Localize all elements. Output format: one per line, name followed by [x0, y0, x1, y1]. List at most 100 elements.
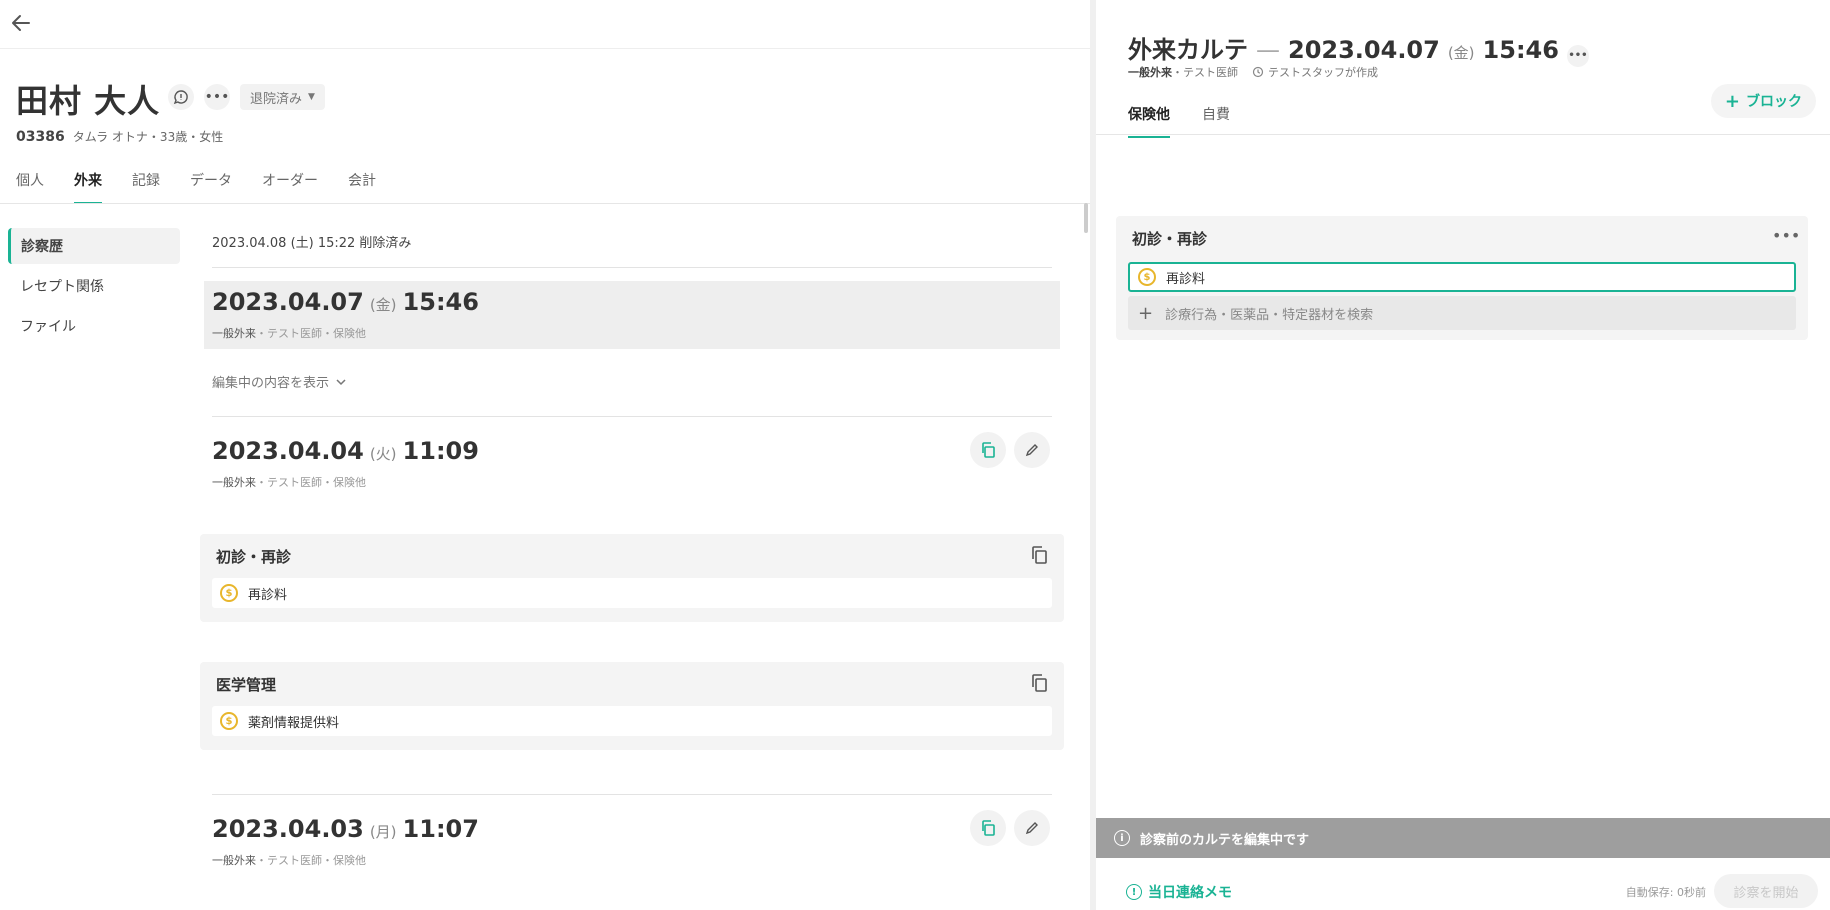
tab-billing[interactable]: 会計 — [348, 170, 376, 204]
order-item-label: 再診料 — [1166, 271, 1206, 287]
order-item-label: 再診料 — [248, 587, 288, 603]
karte-order-block: 初診・再診 ••• $ 再診料 + 診療行為・医薬品・特定器材を検索 — [1116, 216, 1808, 340]
tab-outpatient[interactable]: 外来 — [74, 170, 102, 204]
start-exam-button[interactable]: 診察を開始 — [1714, 874, 1818, 908]
copy-visit-button[interactable] — [970, 432, 1006, 468]
pencil-icon — [1025, 444, 1038, 457]
autosave-status: 自動保存: 0秒前 — [1625, 886, 1706, 899]
patient-id: 03386 — [16, 129, 65, 145]
visit-type: 一般外来 — [212, 854, 256, 867]
fee-coin-icon: $ — [1138, 268, 1156, 286]
tabs-divider — [0, 203, 1090, 204]
add-block-button[interactable]: + ブロック — [1710, 84, 1816, 118]
back-arrow-icon[interactable] — [8, 10, 34, 36]
visit-meta: 一般外来・テスト医師・保険他 — [212, 325, 366, 341]
deleted-visit-row[interactable]: 2023.04.08 (土) 15:22 削除済み — [212, 232, 411, 251]
block-title: 初診・再診 — [216, 548, 292, 566]
block-title: 医学管理 — [216, 676, 277, 694]
subnav-item-history[interactable]: 診察歴 — [8, 228, 180, 264]
subnav-item-receipt[interactable]: レセプト関係 — [8, 268, 180, 304]
tab-data[interactable]: データ — [190, 170, 232, 204]
copy-icon — [982, 442, 995, 458]
banner-text: 診察前のカルテを編集中です — [1140, 832, 1310, 848]
edit-visit-button[interactable] — [1014, 432, 1050, 468]
patient-info: タムラ オトナ・33歳・女性 — [72, 130, 224, 144]
tab-records[interactable]: 記録 — [132, 170, 160, 204]
order-block: 医学管理 $ 薬剤情報提供料 — [200, 662, 1064, 750]
tab-self-pay[interactable]: 自費 — [1202, 104, 1230, 138]
ellipsis-icon: ••• — [204, 89, 230, 105]
visit-dow: (金) — [369, 296, 397, 314]
karte-dow: (金) — [1447, 44, 1475, 62]
visit-time: 11:07 — [402, 815, 479, 843]
karte-title-label: 外来カルテ — [1128, 36, 1248, 64]
add-block-label: ブロック — [1746, 94, 1802, 110]
order-block: 初診・再診 $ 再診料 — [200, 534, 1064, 622]
show-editing-toggle[interactable]: 編集中の内容を表示 — [212, 372, 347, 391]
plus-icon: + — [1138, 302, 1154, 324]
insurance-tabs: 保険他 自費 — [1128, 104, 1230, 138]
patient-name: 田村 大人 — [16, 82, 161, 120]
visit-type: 一般外来 — [212, 476, 256, 489]
alert-circle-icon: ! — [1126, 884, 1142, 900]
karte-creator: テストスタッフが作成 — [1268, 66, 1378, 79]
visit-type: 一般外来 — [212, 327, 256, 340]
copy-icon — [1032, 546, 1047, 564]
fee-coin-icon: $ — [220, 712, 238, 730]
scrollbar-thumb[interactable] — [1084, 203, 1088, 233]
patient-panel: 田村 大人 ••• 退院済み ▼ 03386 タムラ オトナ・33歳・女性 個人… — [0, 0, 1090, 910]
visit-meta-rest: ・テスト医師・保険他 — [256, 476, 366, 489]
visit-datetime[interactable]: 2023.04.03 (月) 11:07 — [212, 815, 479, 843]
tab-personal[interactable]: 個人 — [16, 170, 44, 204]
karte-title: 外来カルテ — 2023.04.07 (金) 15:46 ••• — [1128, 30, 1589, 67]
copy-block-button[interactable] — [1028, 544, 1050, 566]
karte-editor: 外来カルテ — 2023.04.07 (金) 15:46 ••• 一般外来・テス… — [1096, 0, 1830, 910]
fee-coin-icon: $ — [220, 584, 238, 602]
order-item-selected[interactable]: $ 再診料 — [1128, 262, 1796, 292]
karte-title-dash: — — [1256, 36, 1280, 64]
admission-status-label: 退院済み — [250, 91, 303, 107]
visit-date: 2023.04.04 — [212, 437, 364, 465]
order-item[interactable]: $ 再診料 — [212, 578, 1052, 608]
karte-more-button[interactable]: ••• — [1566, 44, 1589, 67]
order-search-input[interactable]: + 診療行為・医薬品・特定器材を検索 — [1128, 296, 1796, 330]
daily-memo-button[interactable]: ! 当日連絡メモ — [1126, 882, 1232, 902]
visit-meta-rest: ・テスト医師・保険他 — [256, 854, 366, 867]
visit-time: 15:46 — [402, 288, 479, 316]
admission-status-dropdown[interactable]: 退院済み ▼ — [240, 84, 325, 110]
memo-bubble-button[interactable] — [168, 84, 194, 110]
chevron-down-icon — [336, 378, 346, 385]
speech-bubble-icon — [173, 90, 188, 105]
history-clock-icon — [1252, 66, 1264, 78]
visit-meta-rest: ・テスト医師・保険他 — [256, 327, 366, 340]
visit-time: 11:09 — [402, 437, 479, 465]
karte-time: 15:46 — [1482, 36, 1559, 64]
order-item[interactable]: $ 薬剤情報提供料 — [212, 706, 1052, 736]
visit-meta: 一般外来・テスト医師・保険他 — [212, 852, 366, 868]
block-menu-button[interactable]: ••• — [1772, 226, 1800, 246]
visit-datetime: 2023.04.07 (金) 15:46 — [212, 288, 479, 316]
pencil-icon — [1025, 822, 1038, 835]
karte-date: 2023.04.07 — [1288, 36, 1440, 64]
copy-visit-button[interactable] — [970, 810, 1006, 846]
subnav-item-files[interactable]: ファイル — [8, 308, 180, 344]
edit-visit-button[interactable] — [1014, 810, 1050, 846]
karte-visit-type: 一般外来 — [1128, 66, 1172, 79]
visit-date: 2023.04.03 — [212, 815, 364, 843]
patient-summary: 03386 タムラ オトナ・33歳・女性 — [16, 128, 223, 145]
block-title: 初診・再診 — [1132, 230, 1208, 248]
tab-orders[interactable]: オーダー — [262, 170, 318, 204]
caret-down-icon: ▼ — [308, 92, 315, 102]
row-divider — [212, 416, 1052, 417]
info-icon: i — [1114, 830, 1130, 846]
show-editing-label: 編集中の内容を表示 — [212, 376, 330, 391]
visit-datetime[interactable]: 2023.04.04 (火) 11:09 — [212, 437, 479, 465]
copy-block-button[interactable] — [1028, 672, 1050, 694]
editing-status-banner: i 診察前のカルテを編集中です — [1096, 818, 1830, 858]
more-menu-button[interactable]: ••• — [204, 84, 230, 110]
daily-memo-label: 当日連絡メモ — [1148, 885, 1232, 901]
tab-insurance[interactable]: 保険他 — [1128, 104, 1170, 138]
karte-meta: 一般外来・テスト医師 テストスタッフが作成 — [1128, 64, 1378, 80]
copy-icon — [1032, 674, 1047, 692]
order-search-placeholder: 診療行為・医薬品・特定器材を検索 — [1165, 307, 1374, 323]
